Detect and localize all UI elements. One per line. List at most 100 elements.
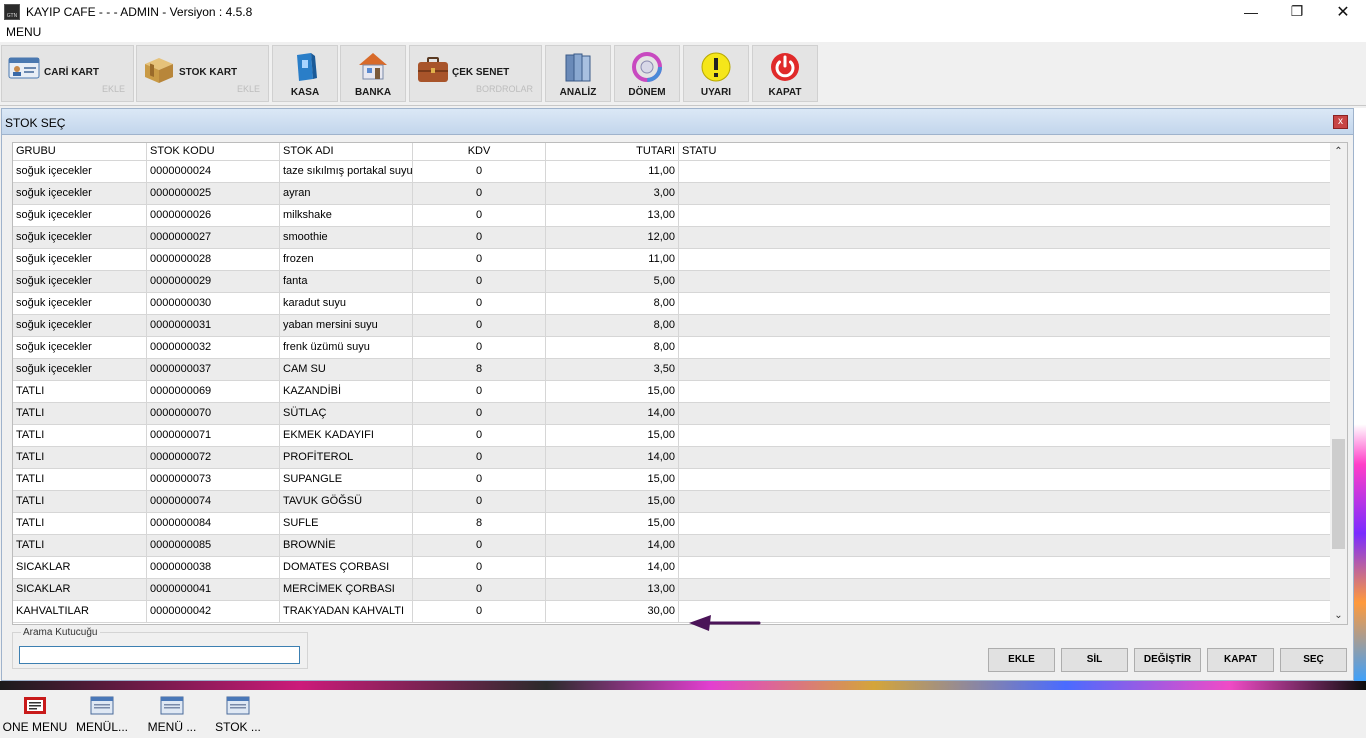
donem-button[interactable]: DÖNEM	[614, 45, 680, 102]
banka-button[interactable]: BANKA	[340, 45, 406, 102]
cell-statu	[679, 359, 1331, 380]
minimize-button[interactable]: —	[1228, 0, 1274, 23]
taskbar-item-stok[interactable]: STOK ...	[210, 696, 266, 736]
taskbar-item-menul[interactable]: MENÜL...	[72, 696, 132, 736]
sec-button[interactable]: SEÇ	[1280, 648, 1347, 672]
window-title: KAYIP CAFE - - - ADMIN - Versiyon : 4.5.…	[26, 4, 253, 19]
table-row[interactable]: soğuk içecekler 0000000037 CAM SU 8 3,50	[13, 359, 1331, 381]
cell-stok-kodu: 0000000069	[147, 381, 280, 402]
cell-tutari: 14,00	[546, 557, 679, 578]
column-header-statu[interactable]: STATU	[679, 143, 1331, 160]
window-icon	[226, 696, 250, 715]
search-input[interactable]	[19, 646, 300, 664]
cell-stok-adi: ayran	[280, 183, 413, 204]
taskbar-label: STOK ...	[215, 720, 261, 734]
cell-stok-kodu: 0000000042	[147, 601, 280, 622]
table-row[interactable]: SICAKLAR 0000000041 MERCİMEK ÇORBASI 0 13,00	[13, 579, 1331, 601]
search-legend: Arama Kutucuğu	[21, 627, 100, 638]
kasa-button[interactable]: KASA	[272, 45, 338, 102]
table-row[interactable]: TATLI 0000000070 SÜTLAÇ 0 14,00	[13, 403, 1331, 425]
cell-tutari: 15,00	[546, 513, 679, 534]
cell-kdv: 0	[413, 271, 546, 292]
cell-grubu: soğuk içecekler	[13, 293, 147, 314]
table-row[interactable]: soğuk içecekler 0000000031 yaban mersini s…	[13, 315, 1331, 337]
stock-grid[interactable]: GRUBU STOK KODU STOK ADI KDV TUTARI STAT…	[12, 142, 1348, 625]
kapat-button[interactable]: KAPAT	[752, 45, 818, 102]
degistir-button[interactable]: DEĞİŞTİR	[1134, 648, 1201, 672]
table-row[interactable]: soğuk içecekler 0000000027 smoothie 0 12,00	[13, 227, 1331, 249]
table-row[interactable]: SICAKLAR 0000000038 DOMATES ÇORBASI 0 14,00	[13, 557, 1331, 579]
cell-kdv: 0	[413, 337, 546, 358]
box-icon	[145, 58, 173, 83]
table-row[interactable]: TATLI 0000000072 PROFİTEROL 0 14,00	[13, 447, 1331, 469]
table-row[interactable]: KAHVALTILAR 0000000042 TRAKYADAN KAHVALTI 0…	[13, 601, 1331, 623]
table-row[interactable]: soğuk içecekler 0000000026 milkshake 0 13,00	[13, 205, 1331, 227]
cell-kdv: 0	[413, 161, 546, 182]
maximize-button[interactable]: ❐	[1274, 0, 1320, 23]
scroll-thumb[interactable]	[1332, 439, 1345, 549]
cell-tutari: 30,00	[546, 601, 679, 622]
menu-item-menu[interactable]: MENU	[6, 25, 41, 39]
cell-grubu: soğuk içecekler	[13, 183, 147, 204]
table-row[interactable]: TATLI 0000000069 KAZANDİBİ 0 15,00	[13, 381, 1331, 403]
cell-stok-adi: frenk üzümü suyu	[280, 337, 413, 358]
cell-stok-kodu: 0000000028	[147, 249, 280, 270]
table-row[interactable]: soğuk içecekler 0000000028 frozen 0 11,00	[13, 249, 1331, 271]
table-row[interactable]: soğuk içecekler 0000000029 fanta 0 5,00	[13, 271, 1331, 293]
cell-grubu: TATLI	[13, 491, 147, 512]
stok-kart-button[interactable]: STOK KART EKLE	[136, 45, 269, 102]
cell-stok-kodu: 0000000085	[147, 535, 280, 556]
scroll-down-icon[interactable]: ⌄	[1330, 607, 1347, 624]
cell-statu	[679, 183, 1331, 204]
column-header-stok-adi[interactable]: STOK ADI	[280, 143, 413, 160]
table-row[interactable]: TATLI 0000000071 EKMEK KADAYIFI 0 15,00	[13, 425, 1331, 447]
taskbar-item-menu[interactable]: MENÜ ...	[142, 696, 202, 736]
column-header-stok-kodu[interactable]: STOK KODU	[147, 143, 280, 160]
cell-stok-adi: SUFLE	[280, 513, 413, 534]
table-row[interactable]: TATLI 0000000074 TAVUK GÖĞSÜ 0 15,00	[13, 491, 1331, 513]
cell-tutari: 13,00	[546, 205, 679, 226]
cell-stok-kodu: 0000000071	[147, 425, 280, 446]
banka-label: BANKA	[354, 87, 392, 98]
cell-kdv: 0	[413, 579, 546, 600]
cell-statu	[679, 293, 1331, 314]
dialog-kapat-button[interactable]: KAPAT	[1207, 648, 1274, 672]
column-header-tutari[interactable]: TUTARI	[546, 143, 679, 160]
cell-statu	[679, 425, 1331, 446]
cell-grubu: KAHVALTILAR	[13, 601, 147, 622]
analiz-button[interactable]: ANALİZ	[545, 45, 611, 102]
cell-grubu: soğuk içecekler	[13, 271, 147, 292]
cell-grubu: soğuk içecekler	[13, 337, 147, 358]
column-header-kdv[interactable]: KDV	[413, 143, 546, 160]
table-row[interactable]: TATLI 0000000073 SUPANGLE 0 15,00	[13, 469, 1331, 491]
table-row[interactable]: soğuk içecekler 0000000032 frenk üzümü suy…	[13, 337, 1331, 359]
taskbar-item-one-menu[interactable]: ONE MENU	[2, 696, 68, 736]
menu-card-icon	[24, 697, 46, 714]
close-button[interactable]: ✕	[1320, 0, 1366, 23]
ekle-button[interactable]: EKLE	[988, 648, 1055, 672]
column-header-grubu[interactable]: GRUBU	[13, 143, 147, 160]
table-row[interactable]: soğuk içecekler 0000000024 taze sıkılmış p…	[13, 161, 1331, 183]
cell-statu	[679, 557, 1331, 578]
cell-stok-kodu: 0000000074	[147, 491, 280, 512]
cell-tutari: 11,00	[546, 161, 679, 182]
table-row[interactable]: TATLI 0000000084 SUFLE 8 15,00	[13, 513, 1331, 535]
cell-statu	[679, 403, 1331, 424]
uyari-button[interactable]: UYARI	[683, 45, 749, 102]
cek-senet-button[interactable]: ÇEK SENET BORDROLAR	[409, 45, 542, 102]
cek-senet-label: ÇEK SENET	[452, 67, 510, 78]
kapat-label: KAPAT	[768, 87, 802, 98]
table-row[interactable]: soğuk içecekler 0000000030 karadut suyu 0 8,…	[13, 293, 1331, 315]
cari-kart-button[interactable]: CARİ KART EKLE	[1, 45, 134, 102]
power-icon	[771, 53, 799, 81]
table-row[interactable]: soğuk içecekler 0000000025 ayran 0 3,00	[13, 183, 1331, 205]
dialog-close-button[interactable]: x	[1333, 115, 1348, 129]
cell-kdv: 0	[413, 205, 546, 226]
cell-statu	[679, 161, 1331, 182]
cell-stok-adi: frozen	[280, 249, 413, 270]
table-row[interactable]: TATLI 0000000085 BROWNİE 0 14,00	[13, 535, 1331, 557]
vertical-scrollbar[interactable]: ⌃ ⌄	[1330, 143, 1347, 624]
sil-button[interactable]: SİL	[1061, 648, 1128, 672]
scroll-up-icon[interactable]: ⌃	[1330, 143, 1347, 160]
cell-grubu: soğuk içecekler	[13, 227, 147, 248]
